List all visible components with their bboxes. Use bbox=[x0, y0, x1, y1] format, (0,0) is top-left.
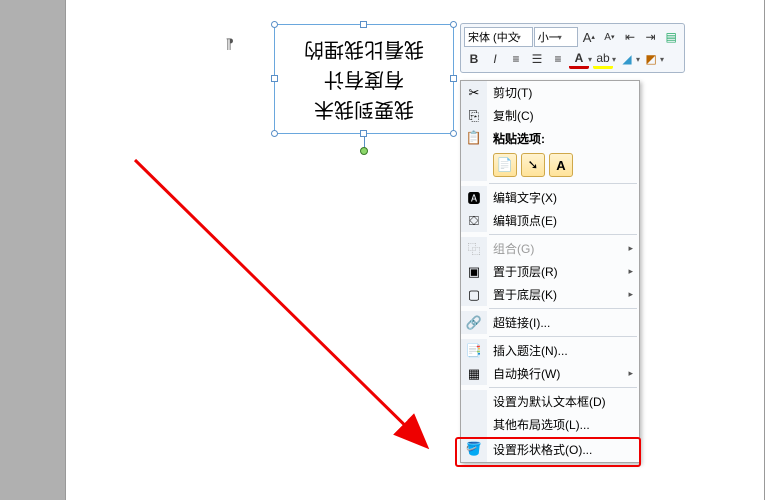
paste-keep-formatting[interactable]: 📄 bbox=[493, 153, 517, 177]
bold-button[interactable]: B bbox=[464, 49, 484, 69]
group-icon: ⿻ bbox=[461, 239, 487, 258]
send-back-icon: ▢ bbox=[461, 287, 487, 303]
align-left-button[interactable]: ≡ bbox=[506, 49, 526, 69]
separator bbox=[489, 336, 637, 337]
separator bbox=[489, 234, 637, 235]
resize-handle-w[interactable] bbox=[271, 75, 278, 82]
context-menu: ✂剪切(T) ⎘复制(C) 📋粘贴选项: 📄 ➘ A 🅰编辑文字(X) ⛋编辑顶… bbox=[460, 80, 640, 463]
copy-icon: ⎘ bbox=[461, 108, 487, 124]
rotate-handle[interactable] bbox=[360, 147, 368, 155]
edit-points-icon: ⛋ bbox=[461, 213, 487, 229]
format-shape-icon: 🪣 bbox=[461, 441, 487, 457]
shrink-font-button[interactable]: A▾ bbox=[600, 27, 620, 47]
text-box[interactable]: 我要到我未 有度有计 我看比我埋的 bbox=[274, 24, 454, 134]
italic-button[interactable]: I bbox=[485, 49, 505, 69]
menu-format-shape[interactable]: 🪣设置形状格式(O)... bbox=[461, 436, 639, 462]
text-line-1: 我要到我未 bbox=[314, 94, 414, 124]
font-family-select[interactable]: 宋体 (中文▾ bbox=[464, 27, 533, 47]
separator bbox=[489, 308, 637, 309]
menu-paste-heading: 📋粘贴选项: bbox=[461, 127, 639, 149]
bring-front-icon: ▣ bbox=[461, 264, 487, 280]
menu-wrap-text[interactable]: ▦自动换行(W)▸ bbox=[461, 362, 639, 385]
resize-handle-sw[interactable] bbox=[271, 130, 278, 137]
bullets-button[interactable]: ▤ bbox=[661, 27, 681, 47]
align-right-button[interactable]: ≡ bbox=[548, 49, 568, 69]
paragraph-mark: ¶ bbox=[226, 35, 234, 51]
wrap-icon: ▦ bbox=[461, 366, 487, 382]
submenu-arrow-icon: ▸ bbox=[628, 289, 633, 300]
font-color-button[interactable]: A bbox=[569, 49, 589, 69]
font-size-select[interactable]: 小一▾ bbox=[534, 27, 578, 47]
resize-handle-nw[interactable] bbox=[271, 21, 278, 28]
text-line-3: 我看比我埋的 bbox=[304, 34, 424, 64]
menu-cut[interactable]: ✂剪切(T) bbox=[461, 81, 639, 104]
shape-outline-button[interactable]: ◩ bbox=[641, 49, 661, 69]
highlight-button[interactable]: ab bbox=[593, 49, 613, 69]
separator bbox=[489, 387, 637, 388]
hyperlink-icon: 🔗 bbox=[461, 315, 487, 331]
scissors-icon: ✂ bbox=[461, 85, 487, 101]
text-line-2: 有度有计 bbox=[324, 64, 404, 94]
resize-handle-se[interactable] bbox=[450, 130, 457, 137]
menu-edit-text[interactable]: 🅰编辑文字(X) bbox=[461, 186, 639, 209]
paste-options-row: 📄 ➘ A bbox=[461, 149, 639, 181]
menu-send-to-back[interactable]: ▢置于底层(K)▸ bbox=[461, 283, 639, 306]
mini-toolbar: 宋体 (中文▾ 小一▾ A▴ A▾ ⇤ ⇥ ▤ B I ≡ ☰ ≡ A▾ ab▾… bbox=[460, 23, 685, 73]
menu-group: ⿻组合(G)▸ bbox=[461, 237, 639, 260]
decrease-indent-button[interactable]: ⇤ bbox=[620, 27, 640, 47]
text-box-content: 我要到我未 有度有计 我看比我埋的 bbox=[275, 25, 453, 133]
edit-text-icon: 🅰 bbox=[461, 188, 487, 207]
grow-font-button[interactable]: A▴ bbox=[579, 27, 599, 47]
paste-text-only[interactable]: A bbox=[549, 153, 573, 177]
caption-icon: 📑 bbox=[461, 343, 487, 359]
menu-hyperlink[interactable]: 🔗超链接(I)... bbox=[461, 311, 639, 334]
menu-edit-points[interactable]: ⛋编辑顶点(E) bbox=[461, 209, 639, 232]
paste-icon: 📋 bbox=[461, 130, 487, 146]
menu-set-default-textbox[interactable]: 设置为默认文本框(D) bbox=[461, 390, 639, 413]
resize-handle-e[interactable] bbox=[450, 75, 457, 82]
increase-indent-button[interactable]: ⇥ bbox=[641, 27, 661, 47]
submenu-arrow-icon: ▸ bbox=[628, 243, 633, 254]
resize-handle-n[interactable] bbox=[360, 21, 367, 28]
shape-fill-button[interactable]: ◢ bbox=[617, 49, 637, 69]
menu-copy[interactable]: ⎘复制(C) bbox=[461, 104, 639, 127]
resize-handle-ne[interactable] bbox=[450, 21, 457, 28]
align-center-button[interactable]: ☰ bbox=[527, 49, 547, 69]
paste-merge[interactable]: ➘ bbox=[521, 153, 545, 177]
menu-more-layout-options[interactable]: 其他布局选项(L)... bbox=[461, 413, 639, 436]
separator bbox=[489, 183, 637, 184]
menu-insert-caption[interactable]: 📑插入题注(N)... bbox=[461, 339, 639, 362]
submenu-arrow-icon: ▸ bbox=[628, 368, 633, 379]
submenu-arrow-icon: ▸ bbox=[628, 266, 633, 277]
menu-bring-to-front[interactable]: ▣置于顶层(R)▸ bbox=[461, 260, 639, 283]
